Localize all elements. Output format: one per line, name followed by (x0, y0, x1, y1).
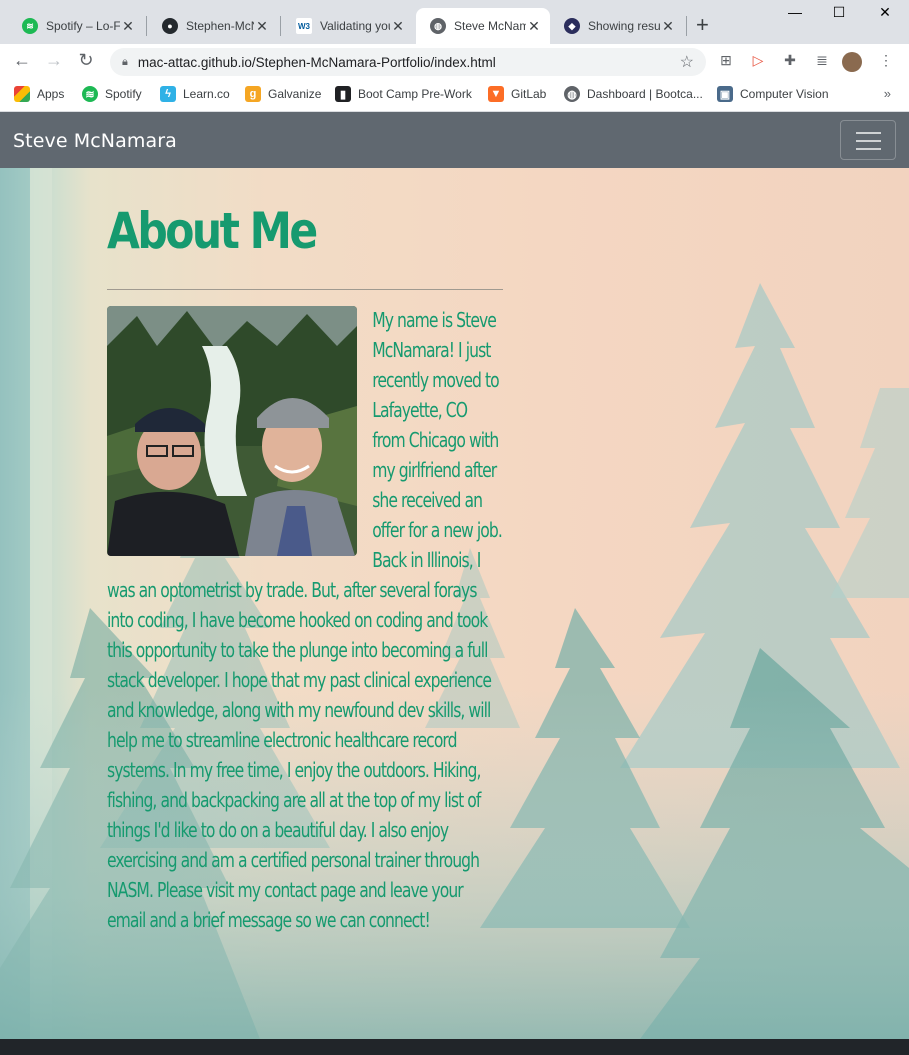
about-section: About Me My name is Steve McNamara! I ju… (0, 168, 909, 1039)
new-tab-button[interactable]: + (696, 14, 709, 36)
learnco-icon: ϟ (160, 86, 176, 102)
cast-icon[interactable]: ▷ (748, 52, 768, 69)
close-window-icon[interactable]: ✕ (862, 4, 908, 21)
media-icon[interactable]: ≣ (812, 52, 832, 69)
avatar[interactable] (842, 52, 862, 72)
page-title: About Me (107, 202, 318, 260)
bookmark-label: Galvanize (268, 87, 322, 101)
tab-title: Steve McNamara (454, 19, 526, 33)
bookmark-label: Learn.co (183, 87, 230, 101)
bookmark-label: Dashboard | Bootca... (587, 87, 703, 101)
bookmark-computer-vision[interactable]: ▣ Computer Vision (717, 86, 829, 102)
bookmark-label: Boot Camp Pre-Work (358, 87, 472, 101)
hamburger-menu-button[interactable] (840, 120, 896, 160)
bookmark-dashboard[interactable]: ◍ Dashboard | Bootca... (564, 86, 703, 102)
globe-icon: ◍ (430, 18, 446, 34)
spotify-icon: ≋ (82, 86, 98, 102)
address-bar[interactable]: 🔒︎ mac-attac.github.io/Stephen-McNamara-… (110, 48, 706, 76)
globe-icon: ◍ (564, 86, 580, 102)
dog-icon: ◆ (564, 18, 580, 34)
divider (107, 289, 503, 290)
menu-kebab-icon[interactable]: ⋮ (876, 52, 896, 69)
lock-icon: 🔒︎ (122, 55, 128, 68)
minimize-icon[interactable]: — (772, 4, 818, 20)
close-icon[interactable]: ✕ (120, 18, 136, 35)
book-icon: ▮ (335, 86, 351, 102)
browser-toolbar: ← → ↻ 🔒︎ mac-attac.github.io/Stephen-McN… (0, 44, 909, 80)
close-icon[interactable]: ✕ (526, 18, 542, 35)
tab-steve-mcnamara[interactable]: ◍ Steve McNamara ✕ (416, 8, 550, 44)
url-text: mac-attac.github.io/Stephen-McNamara-Por… (137, 54, 496, 70)
gitlab-icon: ▼ (488, 86, 504, 102)
bookmark-label: Spotify (105, 87, 142, 101)
bookmark-boot-camp-pre-work[interactable]: ▮ Boot Camp Pre-Work (335, 86, 472, 102)
back-icon[interactable]: ← (10, 50, 34, 71)
bookmark-star-icon[interactable]: ☆ (680, 52, 694, 72)
tab-title: Spotify – Lo-Fi (46, 19, 120, 33)
tab-github[interactable]: ● Stephen-McNamara ✕ (148, 8, 278, 44)
bookmark-learnco[interactable]: ϟ Learn.co (160, 86, 230, 102)
tab-title: Validating your (320, 19, 390, 33)
bio-paragraph: My name is Steve McNamara! I just recent… (107, 305, 503, 935)
close-icon[interactable]: ✕ (660, 18, 676, 35)
maximize-icon[interactable]: ☐ (816, 4, 862, 21)
close-icon[interactable]: ✕ (254, 18, 270, 35)
tab-title: Showing results (588, 19, 660, 33)
tab-strip: ≋ Spotify – Lo-Fi ✕ ● Stephen-McNamara ✕… (0, 0, 909, 44)
close-icon[interactable]: ✕ (390, 18, 406, 35)
w3-icon: W3 (296, 18, 312, 34)
site-footer (0, 1039, 909, 1055)
bookmark-spotify[interactable]: ≋ Spotify (82, 86, 142, 102)
tab-search-icon[interactable]: ⊞ (716, 52, 736, 69)
bookmark-label: Apps (37, 87, 65, 101)
bookmarks-bar: Apps ≋ Spotify ϟ Learn.co g Galvanize ▮ … (0, 80, 909, 112)
bookmark-gitlab[interactable]: ▼ GitLab (488, 86, 546, 102)
image-icon: ▣ (717, 86, 733, 102)
tab-showing-results[interactable]: ◆ Showing results ✕ (550, 8, 684, 44)
navbar-brand[interactable]: Steve McNamara (13, 130, 177, 152)
site-navbar: Steve McNamara (0, 112, 909, 168)
bookmark-label: Computer Vision (740, 87, 829, 101)
bookmark-apps[interactable]: Apps (14, 86, 64, 102)
tab-title: Stephen-McNamara (186, 19, 254, 33)
tab-w3c-validator[interactable]: W3 Validating your ✕ (282, 8, 414, 44)
reload-icon[interactable]: ↻ (74, 50, 98, 71)
spotify-icon: ≋ (22, 18, 38, 34)
extensions-icon[interactable]: ✚ (780, 52, 800, 69)
tab-spotify[interactable]: ≋ Spotify – Lo-Fi ✕ (8, 8, 144, 44)
bookmark-label: GitLab (511, 87, 547, 101)
github-icon: ● (162, 18, 178, 34)
galvanize-icon: g (245, 86, 261, 102)
forward-icon[interactable]: → (42, 50, 66, 71)
apps-grid-icon (14, 86, 30, 102)
bookmark-galvanize[interactable]: g Galvanize (245, 86, 321, 102)
bookmarks-overflow-icon[interactable]: » (884, 86, 891, 101)
